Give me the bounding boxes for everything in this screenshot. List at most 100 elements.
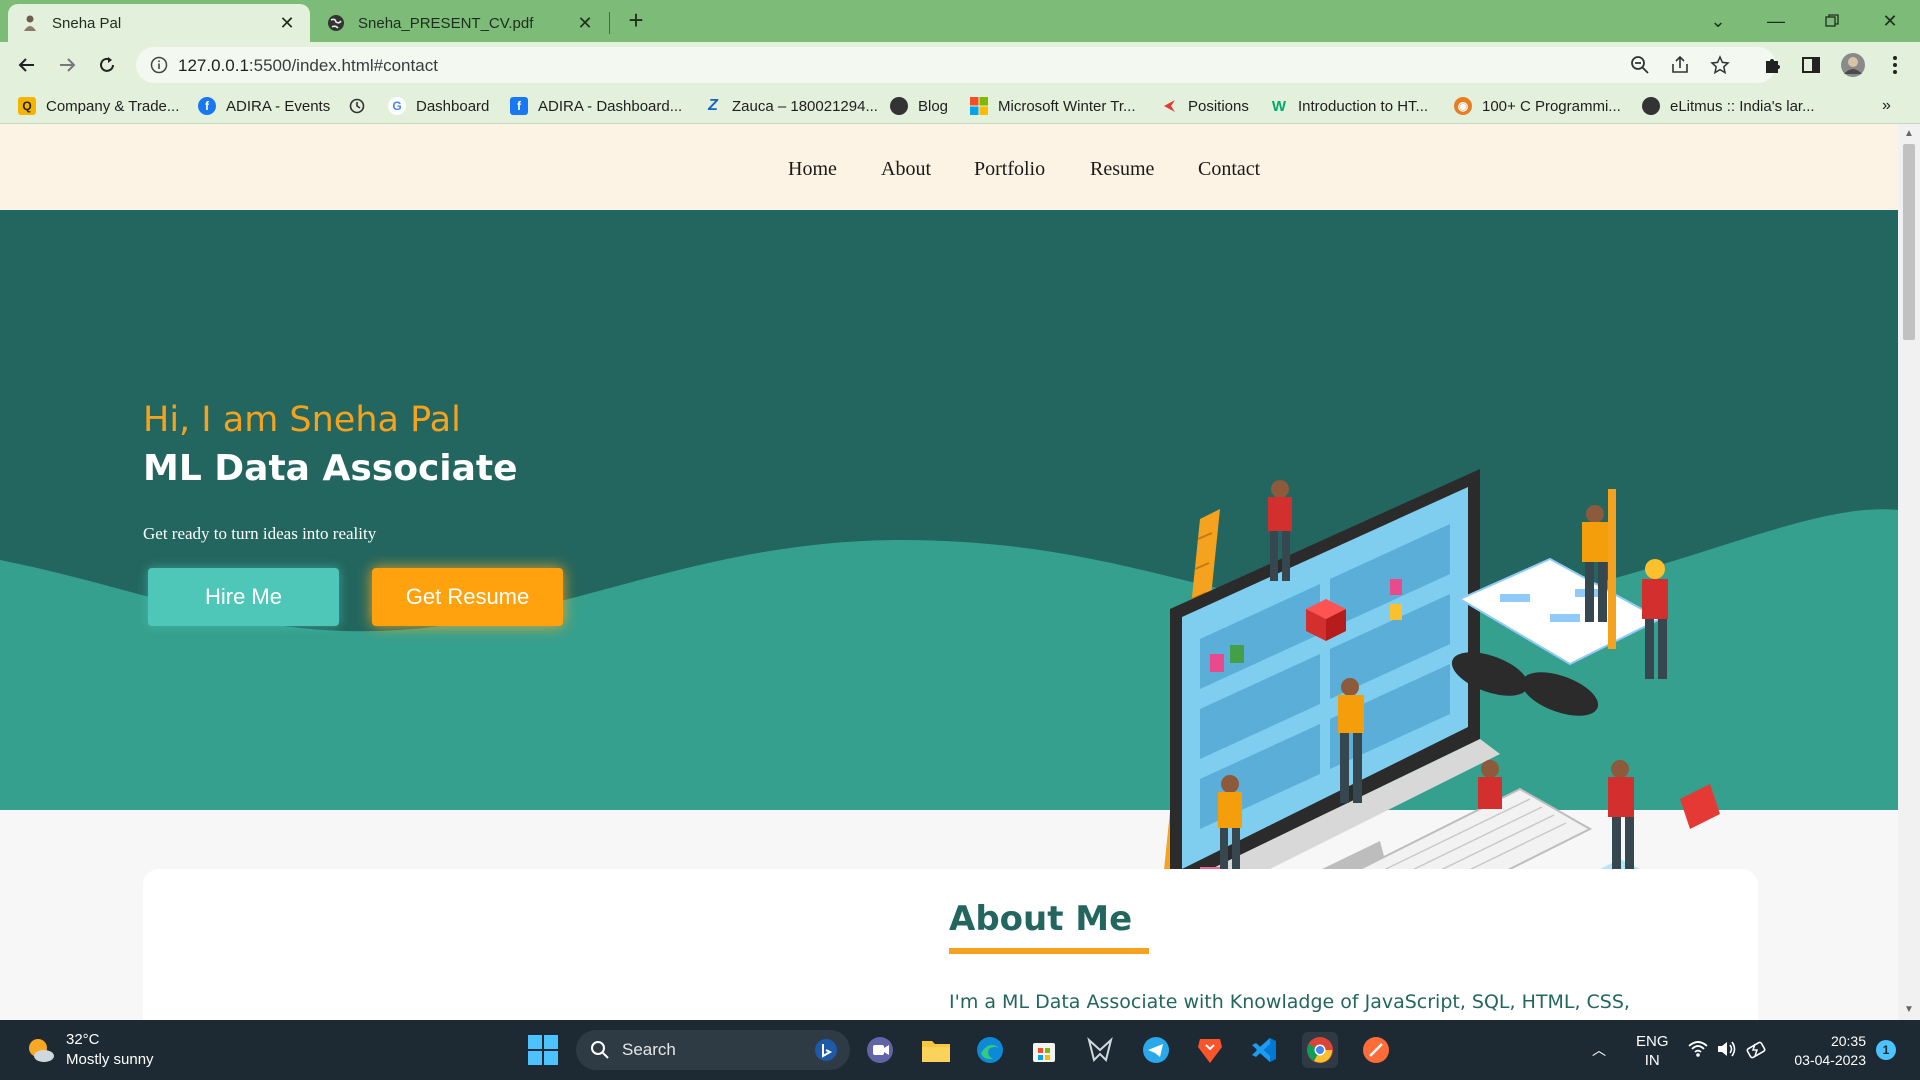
postman-icon[interactable] bbox=[1358, 1032, 1394, 1068]
scroll-down-arrow-icon[interactable]: ▼ bbox=[1904, 1004, 1914, 1015]
bookmark-label: ADIRA - Events bbox=[226, 97, 331, 115]
globe-icon bbox=[890, 97, 908, 115]
bookmark-positions[interactable]: Positions bbox=[1160, 95, 1249, 117]
vscode-icon[interactable] bbox=[1246, 1032, 1282, 1068]
bookmark-star-icon[interactable] bbox=[1710, 55, 1730, 80]
tab-sneha-pal[interactable]: Sneha Pal ✕ bbox=[8, 4, 310, 42]
clock-date: 03-04-2023 bbox=[1794, 1052, 1866, 1068]
nav-portfolio[interactable]: Portfolio bbox=[974, 158, 1045, 181]
nav-about[interactable]: About bbox=[881, 158, 931, 181]
page-scrollbar[interactable]: ▲ ▼ bbox=[1898, 124, 1920, 1020]
weather-sun-icon bbox=[29, 1039, 54, 1062]
about-title: About Me bbox=[949, 899, 1133, 939]
tab-divider bbox=[609, 12, 610, 34]
browser-toolbar: 127.0.0.1:5500/index.html#contact bbox=[0, 42, 1920, 88]
bookmark-intro-html[interactable]: W Introduction to HT... bbox=[1270, 95, 1428, 117]
q-icon: Q bbox=[18, 97, 36, 115]
facebook-icon: f bbox=[198, 97, 216, 115]
tab-search-chevron-icon[interactable]: ⌄ bbox=[1700, 6, 1736, 36]
programmi-icon: ◉ bbox=[1454, 97, 1472, 115]
bookmark-dashboard[interactable]: G Dashboard bbox=[388, 95, 489, 117]
weather-condition: Mostly sunny bbox=[66, 1051, 154, 1068]
share-icon[interactable] bbox=[1670, 55, 1690, 80]
back-arrow-icon[interactable] bbox=[12, 50, 42, 80]
about-title-underline bbox=[949, 948, 1149, 954]
url-text: 127.0.0.1:5500/index.html#contact bbox=[178, 56, 438, 76]
history-icon bbox=[348, 97, 366, 115]
google-icon: G bbox=[388, 97, 406, 115]
about-text: I'm a ML Data Associate with Knowladge o… bbox=[949, 991, 1630, 1013]
bookmark-label: Company & Trade... bbox=[46, 97, 180, 115]
clock-time: 20:35 bbox=[1830, 1033, 1866, 1049]
windows-start-icon[interactable] bbox=[528, 1035, 558, 1065]
language-indicator[interactable]: ENG IN bbox=[1636, 1032, 1669, 1070]
microsoft-store-icon[interactable] bbox=[1026, 1032, 1062, 1068]
minimize-button[interactable]: — bbox=[1758, 6, 1794, 36]
bookmark-adira-dashboard[interactable]: f ADIRA - Dashboard... bbox=[510, 95, 682, 117]
clock[interactable]: 20:35 03-04-2023 bbox=[1786, 1032, 1866, 1070]
side-panel-icon[interactable] bbox=[1796, 50, 1826, 80]
bookmark-microsoft-winter[interactable]: Microsoft Winter Tr... bbox=[970, 95, 1136, 117]
close-tab-icon[interactable]: ✕ bbox=[574, 12, 596, 34]
bookmark-history[interactable] bbox=[348, 95, 376, 117]
bookmarks-bar: Q Company & Trade... f ADIRA - Events G … bbox=[0, 88, 1920, 124]
get-resume-button[interactable]: Get Resume bbox=[372, 568, 563, 626]
teams-meet-icon[interactable] bbox=[862, 1032, 898, 1068]
battery-charging-icon[interactable] bbox=[1746, 1039, 1768, 1059]
bing-icon bbox=[815, 1039, 837, 1061]
wifi-icon[interactable] bbox=[1688, 1040, 1708, 1058]
predator-sense-icon[interactable] bbox=[1082, 1032, 1118, 1068]
tab-cv-pdf[interactable]: Sneha_PRESENT_CV.pdf ✕ bbox=[314, 4, 608, 42]
more-bookmarks-chevron-icon[interactable]: » bbox=[1882, 95, 1891, 117]
forward-arrow-icon[interactable] bbox=[52, 50, 82, 80]
page-viewport: Home About Portfolio Resume Contact Hi, … bbox=[0, 124, 1920, 1020]
hire-me-button[interactable]: Hire Me bbox=[148, 568, 339, 626]
browser-tab-bar: Sneha Pal ✕ Sneha_PRESENT_CV.pdf ✕ + ⌄ —… bbox=[0, 0, 1920, 42]
show-hidden-icons-chevron-icon[interactable]: ︿ bbox=[1592, 1040, 1606, 1060]
zoom-icon[interactable] bbox=[1630, 55, 1650, 80]
globe-icon bbox=[326, 13, 346, 33]
bookmark-label: 100+ C Programmi... bbox=[1482, 97, 1621, 115]
facebook-icon: f bbox=[510, 97, 528, 115]
file-explorer-icon[interactable] bbox=[918, 1032, 954, 1068]
weather-temperature: 32°C bbox=[66, 1031, 100, 1048]
bookmark-zauca[interactable]: Z Zauca – 180021294... bbox=[704, 95, 878, 117]
restore-button[interactable] bbox=[1814, 6, 1850, 36]
edge-browser-icon[interactable] bbox=[972, 1032, 1008, 1068]
brave-browser-icon[interactable] bbox=[1192, 1032, 1228, 1068]
tab-title: Sneha Pal bbox=[52, 14, 122, 32]
bookmark-elitmus[interactable]: eLitmus :: India's lar... bbox=[1642, 95, 1815, 117]
nav-resume[interactable]: Resume bbox=[1090, 158, 1154, 181]
bookmark-label: Dashboard bbox=[416, 97, 490, 115]
reload-icon[interactable] bbox=[92, 50, 122, 80]
tab-title: Sneha_PRESENT_CV.pdf bbox=[358, 14, 534, 32]
nav-contact[interactable]: Contact bbox=[1198, 158, 1260, 181]
volume-icon[interactable] bbox=[1716, 1039, 1738, 1059]
bookmark-adira-events[interactable]: f ADIRA - Events bbox=[198, 95, 330, 117]
taskbar-search[interactable]: Search bbox=[576, 1030, 850, 1070]
weather-widget[interactable]: 32°C Mostly sunny bbox=[24, 1030, 154, 1070]
zauca-icon: Z bbox=[708, 97, 718, 114]
url-path: :5500/index.html#contact bbox=[248, 56, 438, 75]
close-window-button[interactable]: ✕ bbox=[1872, 6, 1908, 36]
close-tab-icon[interactable]: ✕ bbox=[276, 12, 298, 34]
bookmark-label: eLitmus :: India's lar... bbox=[1670, 97, 1815, 115]
scrollbar-thumb[interactable] bbox=[1903, 144, 1915, 340]
nav-home[interactable]: Home bbox=[788, 158, 837, 181]
menu-kebab-icon[interactable] bbox=[1880, 50, 1910, 80]
bookmark-label: Positions bbox=[1188, 97, 1249, 115]
address-bar[interactable]: 127.0.0.1:5500/index.html#contact bbox=[136, 47, 1776, 83]
telegram-icon[interactable] bbox=[1138, 1032, 1174, 1068]
chrome-browser-icon[interactable] bbox=[1302, 1032, 1338, 1068]
new-tab-button[interactable]: + bbox=[624, 7, 648, 34]
extensions-puzzle-icon[interactable] bbox=[1758, 50, 1788, 80]
bookmark-label: Blog bbox=[918, 97, 949, 115]
profile-avatar[interactable] bbox=[1838, 50, 1868, 80]
site-info-icon[interactable] bbox=[150, 56, 168, 79]
scroll-up-arrow-icon[interactable]: ▲ bbox=[1904, 128, 1914, 139]
bookmark-blog[interactable]: Blog bbox=[890, 95, 948, 117]
bookmark-company-trade[interactable]: Q Company & Trade... bbox=[18, 95, 179, 117]
bookmark-c-programming[interactable]: ◉ 100+ C Programmi... bbox=[1454, 95, 1621, 117]
notification-badge[interactable]: 1 bbox=[1876, 1040, 1896, 1060]
url-host: 127.0.0.1 bbox=[178, 56, 249, 75]
